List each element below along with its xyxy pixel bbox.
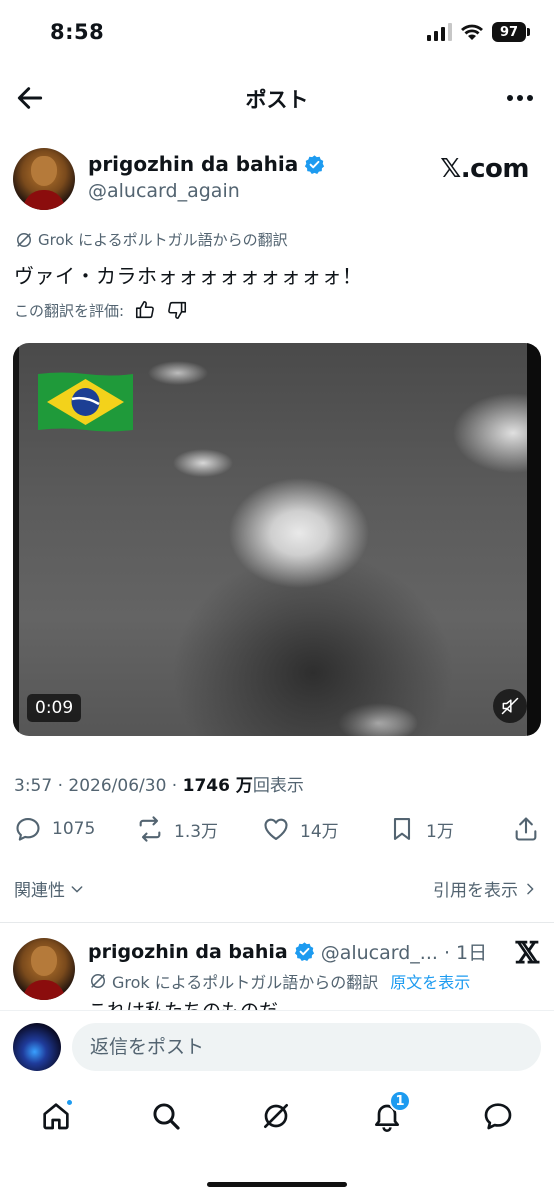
more-dots-icon bbox=[507, 95, 513, 101]
tab-search[interactable] bbox=[148, 1098, 184, 1134]
status-bar: 8:58 97 bbox=[0, 0, 554, 70]
thumbs-up-icon[interactable] bbox=[134, 299, 156, 321]
share-icon bbox=[515, 817, 537, 841]
notifications-badge: 1 bbox=[389, 1090, 411, 1112]
muted-speaker-icon bbox=[501, 697, 519, 715]
reply-translation-notice: Grok によるポルトガル語からの翻訳 原文を表示 bbox=[88, 969, 470, 993]
repost-icon bbox=[139, 816, 161, 842]
sort-relevance-dropdown[interactable]: 関連性 bbox=[14, 876, 85, 901]
tab-notifications[interactable]: 1 bbox=[369, 1090, 411, 1134]
post-actions: 1075 1.3万 14万 1万 bbox=[14, 815, 540, 847]
mute-button[interactable] bbox=[493, 689, 527, 723]
more-button[interactable] bbox=[504, 82, 536, 114]
page-title: ポスト bbox=[245, 88, 309, 112]
post-video[interactable]: 0:09 bbox=[13, 343, 541, 736]
reply-composer bbox=[0, 1010, 554, 1084]
tab-home[interactable] bbox=[38, 1098, 74, 1134]
brazil-flag-icon bbox=[38, 372, 133, 432]
bookmark-icon bbox=[393, 818, 411, 840]
views-label: 回表示 bbox=[252, 776, 304, 796]
home-notification-dot bbox=[65, 1098, 74, 1107]
post-date[interactable]: 2026/06/30 bbox=[68, 776, 166, 796]
search-icon bbox=[153, 1103, 180, 1130]
divider bbox=[0, 922, 554, 923]
verified-badge-icon bbox=[294, 942, 314, 961]
grok-icon bbox=[91, 974, 105, 988]
status-time: 8:58 bbox=[50, 20, 105, 44]
signal-icon bbox=[427, 23, 452, 41]
home-indicator bbox=[207, 1182, 347, 1187]
view-count: 1746 万 bbox=[182, 776, 253, 796]
author-handle[interactable]: @alucard_again bbox=[88, 180, 240, 202]
video-duration: 0:09 bbox=[27, 694, 82, 722]
author-name[interactable]: prigozhin da bahia bbox=[88, 152, 325, 176]
post-time[interactable]: 3:57 bbox=[14, 776, 52, 796]
reply-author-avatar[interactable] bbox=[13, 938, 75, 1000]
translation-notice: Grok によるポルトガル語からの翻訳 bbox=[14, 229, 288, 250]
reply-icon bbox=[16, 818, 40, 841]
thumbs-down-icon[interactable] bbox=[166, 299, 188, 321]
x-logo-icon: 𝕏 bbox=[515, 938, 539, 971]
view-quotes-link[interactable]: 引用を表示 bbox=[433, 876, 538, 901]
chevron-right-icon bbox=[527, 883, 534, 894]
reply-handle-time: @alucard_... · 1日 bbox=[320, 942, 488, 964]
verified-badge-icon bbox=[305, 154, 325, 174]
wifi-icon bbox=[461, 24, 483, 40]
reply-button[interactable]: 1075 bbox=[14, 815, 95, 843]
reply-input[interactable] bbox=[72, 1023, 541, 1071]
my-avatar[interactable] bbox=[13, 1023, 61, 1071]
reply-author[interactable]: prigozhin da bahia @alucard_... · 1日 bbox=[88, 938, 487, 965]
rate-translation: この翻訳を評価: bbox=[14, 299, 188, 321]
bottom-tab-bar: 1 bbox=[0, 1084, 554, 1154]
repost-button[interactable]: 1.3万 bbox=[136, 815, 218, 843]
grok-icon bbox=[17, 232, 31, 247]
reply-text: これは私たちのものだ bbox=[88, 996, 278, 1010]
reply-item[interactable]: prigozhin da bahia @alucard_... · 1日 𝕏 G… bbox=[13, 938, 543, 1010]
bookmark-button[interactable]: 1万 bbox=[388, 815, 454, 843]
heart-icon bbox=[264, 818, 288, 840]
tab-messages[interactable] bbox=[480, 1098, 516, 1134]
xcom-watermark: 𝕏.com bbox=[440, 154, 529, 184]
tab-grok[interactable] bbox=[258, 1098, 294, 1134]
share-button[interactable] bbox=[512, 815, 540, 843]
show-original-link[interactable]: 原文を表示 bbox=[390, 969, 470, 993]
grok-icon bbox=[264, 1104, 288, 1128]
post-meta: 3:57 · 2026/06/30 · 1746 万回表示 bbox=[14, 776, 304, 796]
battery-icon: 97 bbox=[492, 22, 530, 42]
post-header: ポスト bbox=[0, 74, 554, 122]
author-avatar[interactable] bbox=[13, 148, 75, 210]
status-icons: 97 bbox=[426, 22, 530, 42]
chevron-down-icon bbox=[71, 885, 83, 892]
chat-icon bbox=[484, 1103, 512, 1130]
post-author: prigozhin da bahia @alucard_again 𝕏.com bbox=[13, 148, 543, 212]
post-text: ヴァイ・カラホォォォォォォォォォ！ bbox=[14, 264, 363, 288]
like-button[interactable]: 14万 bbox=[262, 815, 339, 843]
